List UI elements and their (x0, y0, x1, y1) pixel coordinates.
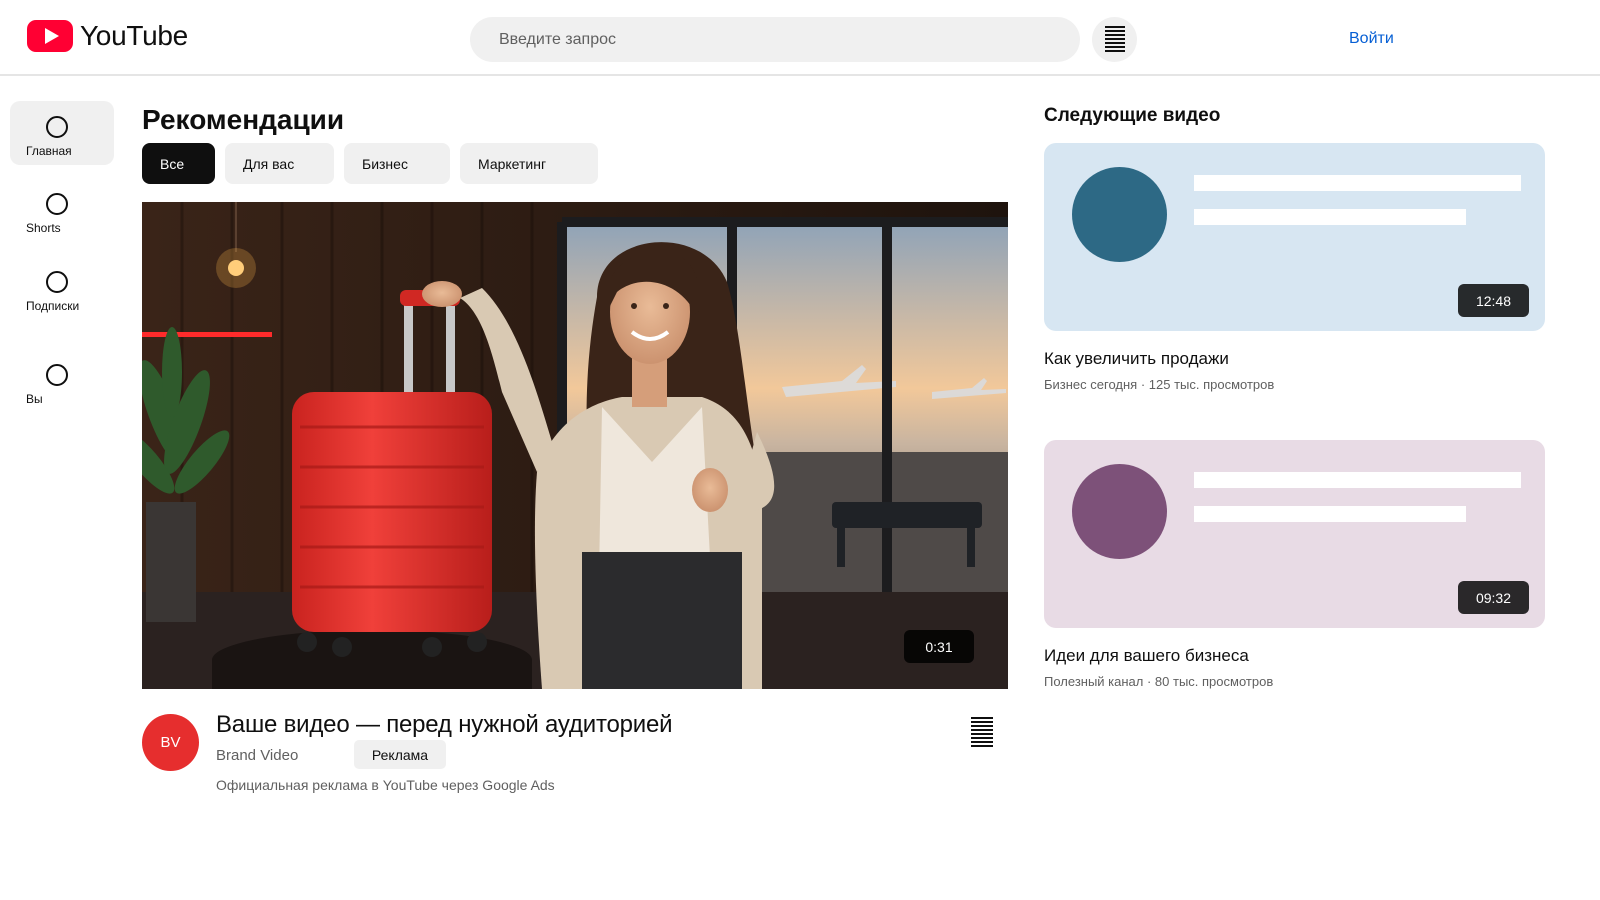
ad-badge: Реклама (354, 740, 446, 769)
thumbnail-placeholder-line (1194, 506, 1466, 522)
more-options-icon[interactable] (971, 717, 993, 747)
logo-text: YouTube (80, 20, 188, 51)
video-title[interactable]: Ваше видео — перед нужной аудиторией (216, 711, 673, 739)
up-next-video-title[interactable]: Идеи для вашего бизнеса (1044, 646, 1249, 666)
sidebar-item-shorts[interactable]: Shorts (10, 178, 114, 242)
sidebar-item-label: Главная (26, 144, 72, 158)
thumbnail-circle (1072, 464, 1167, 559)
shorts-icon (46, 193, 68, 215)
home-icon (46, 116, 68, 138)
chip-all[interactable]: Все (142, 143, 215, 184)
thumbnail-placeholder-line (1194, 472, 1521, 488)
sidebar-item-you[interactable]: Вы (10, 347, 114, 411)
sidebar-item-label: Вы (26, 392, 43, 406)
up-next-title: Следующие видео (1044, 105, 1221, 126)
video-description: Официальная реклама в YouTube через Goog… (216, 777, 555, 793)
thumbnail-placeholder-line (1194, 175, 1521, 191)
video-thumbnail (142, 202, 1008, 689)
video-duration: 12:48 (1458, 284, 1529, 317)
sign-in-link[interactable]: Войти (1349, 30, 1394, 48)
up-next-video-meta: Бизнес сегодня · 125 тыс. просмотров (1044, 377, 1275, 392)
video-player[interactable]: 0:31 (142, 202, 1008, 689)
video-duration: 0:31 (904, 630, 974, 663)
up-next-video-title[interactable]: Как увеличить продажи (1044, 349, 1229, 369)
sidebar-item-label: Подписки (26, 299, 80, 313)
sidebar-item-subscriptions[interactable]: Подписки (10, 256, 114, 320)
sidebar-item-label: Shorts (26, 221, 61, 235)
channel-name[interactable]: Brand Video (216, 747, 298, 764)
youtube-logo[interactable]: YouTube (27, 20, 188, 52)
youtube-play-icon (27, 20, 73, 52)
up-next-thumbnail[interactable]: 12:48 (1044, 143, 1545, 331)
video-duration: 09:32 (1458, 581, 1529, 614)
subscriptions-icon (46, 271, 68, 293)
up-next-thumbnail[interactable]: 09:32 (1044, 440, 1545, 628)
you-icon (46, 364, 68, 386)
sidebar-item-home[interactable]: Главная (10, 101, 114, 165)
top-bar: YouTube Войти (0, 0, 1600, 76)
thumbnail-placeholder-line (1194, 209, 1466, 225)
thumbnail-circle (1072, 167, 1167, 262)
search-input[interactable] (470, 17, 1080, 62)
menu-lines-icon (1104, 25, 1125, 54)
chip-business[interactable]: Бизнес (344, 143, 450, 184)
search-button[interactable] (1092, 17, 1137, 62)
page-title: Рекомендации (142, 104, 345, 135)
chip-for-you[interactable]: Для вас (225, 143, 334, 184)
filter-chips: Все Для вас Бизнес Маркетинг (142, 143, 608, 184)
chip-marketing[interactable]: Маркетинг (460, 143, 598, 184)
up-next-video-meta: Полезный канал · 80 тыс. просмотров (1044, 674, 1274, 689)
channel-avatar[interactable]: BV (142, 714, 199, 771)
